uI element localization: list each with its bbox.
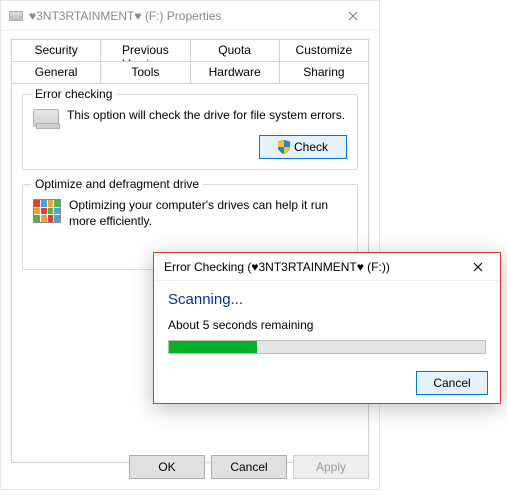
cancel-button[interactable]: Cancel: [211, 455, 287, 479]
group-title-defrag: Optimize and defragment drive: [31, 177, 203, 191]
check-button-label: Check: [294, 140, 328, 154]
hard-drive-icon: [33, 109, 59, 127]
scan-status-heading: Scanning...: [168, 291, 486, 308]
progress-bar: [168, 340, 486, 354]
dialog-buttons: OK Cancel Apply: [129, 455, 369, 479]
close-button[interactable]: [333, 2, 373, 30]
tab-customize[interactable]: Customize: [279, 39, 369, 61]
shield-icon: [278, 140, 290, 154]
error-checking-group: Error checking This option will check th…: [22, 94, 358, 170]
properties-window: ♥3NT3RTAINMENT♥ (F:) Properties Security…: [0, 0, 380, 490]
window-title: ♥3NT3RTAINMENT♥ (F:) Properties: [29, 9, 333, 23]
ok-button[interactable]: OK: [129, 455, 205, 479]
modal-body: Scanning... About 5 seconds remaining: [154, 281, 500, 362]
close-icon: [473, 262, 483, 272]
tab-strip: Security Previous Versions Quota Customi…: [1, 31, 379, 83]
tab-hardware[interactable]: Hardware: [190, 61, 280, 83]
modal-cancel-button[interactable]: Cancel: [416, 371, 488, 395]
defrag-desc: Optimizing your computer's drives can he…: [69, 197, 347, 229]
modal-close-button[interactable]: [460, 254, 496, 280]
close-icon: [348, 11, 358, 21]
tab-sharing[interactable]: Sharing: [279, 61, 369, 83]
modal-titlebar[interactable]: Error Checking (♥3NT3RTAINMENT♥ (F:)): [154, 253, 500, 281]
tab-quota[interactable]: Quota: [190, 39, 280, 61]
error-checking-desc: This option will check the drive for fil…: [67, 107, 347, 123]
error-checking-dialog: Error Checking (♥3NT3RTAINMENT♥ (F:)) Sc…: [153, 252, 501, 404]
group-title-error-checking: Error checking: [31, 87, 116, 101]
tab-general[interactable]: General: [11, 61, 101, 83]
check-button[interactable]: Check: [259, 135, 347, 159]
drive-icon: [9, 11, 23, 21]
defrag-icon: [33, 199, 61, 223]
time-remaining: About 5 seconds remaining: [168, 318, 486, 332]
tab-security[interactable]: Security: [11, 39, 101, 61]
progress-fill: [169, 341, 257, 353]
tab-tools[interactable]: Tools: [100, 61, 190, 83]
apply-button: Apply: [293, 455, 369, 479]
titlebar[interactable]: ♥3NT3RTAINMENT♥ (F:) Properties: [1, 1, 379, 31]
tab-previous-versions[interactable]: Previous Versions: [100, 39, 190, 61]
modal-title: Error Checking (♥3NT3RTAINMENT♥ (F:)): [164, 260, 460, 274]
